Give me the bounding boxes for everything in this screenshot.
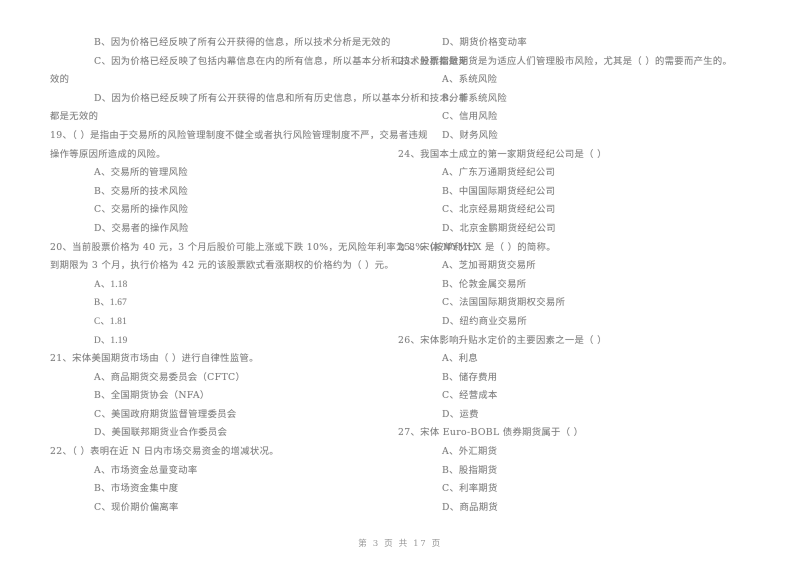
option-line: D、纽约商业交易所 [442,315,527,327]
question-stem: 21、宋体美国期货市场由（ ）进行自律性监管。 [50,353,259,365]
option-wrap-line: 效的 [50,74,70,86]
page-footer: 第 3 页 共 17 页 [358,539,442,549]
right-column: D、期货价格变动率 23、股票指数期货是为适应人们管理股市风险，尤其是（ ）的需… [398,0,800,520]
question-stem: 19、（ ）是指由于交易所的风险管理制度不健全或者执行风险管理制度不严，交易者违… [50,129,428,141]
option-line: D、财务风险 [442,129,499,141]
option-line: B、因为价格已经反映了所有公开获得的信息，所以技术分析是无效的 [94,37,391,48]
option-line: B、全国期货协会（NFA） [94,390,210,402]
option-line: C、因为价格已经反映了包括内幕信息在内的所有信息，所以基本分析和技术分析都是无 [94,55,469,67]
question-stem: 23、股票指数期货是为适应人们管理股市风险，尤其是（ ）的需要而产生的。 [398,55,733,67]
option-line: C、经营成本 [442,390,498,402]
option-line: A、交易所的管理风险 [94,167,188,179]
option-line: A、系统风险 [442,74,498,86]
option-line: A、1.18 [94,279,128,290]
question-stem: 27、宋体 Euro-BOBL 债券期货属于（ ） [398,427,584,439]
option-line: B、市场资金集中度 [94,483,179,495]
question-stem-wrap: 到期限为 3 个月，执行价格为 42 元的该股票欧式看涨期权的价格约为（ ）元。 [50,260,395,272]
scanned-page: B、因为价格已经反映了所有公开获得的信息，所以技术分析是无效的 C、因为价格已经… [0,0,800,565]
option-line: B、1.67 [94,298,127,309]
option-line: D、美国联邦期货业合作委员会 [94,427,228,439]
option-line: C、法国国际期货期权交易所 [442,297,566,309]
question-stem: 20、当前股票价格为 40 元，3 个月后股价可能上涨或下跌 10%，无风险年利… [50,241,483,253]
option-line: C、北京经易期货经纪公司 [442,204,556,216]
option-line: D、运费 [442,408,479,420]
option-line: D、北京金鹏期货经纪公司 [442,222,556,234]
option-line: A、商品期货交易委员会（CFTC） [94,371,246,383]
option-line: A、广东万通期货经纪公司 [442,167,556,179]
two-column-body: B、因为价格已经反映了所有公开获得的信息，所以技术分析是无效的 C、因为价格已经… [0,0,800,520]
question-stem: 24、我国本土成立的第一家期货经纪公司是（ ） [398,148,607,160]
left-column: B、因为价格已经反映了所有公开获得的信息，所以技术分析是无效的 C、因为价格已经… [0,0,483,520]
option-line: B、非系统风险 [442,92,508,104]
option-line: A、利息 [442,353,479,365]
option-line: A、市场资金总量变动率 [94,464,198,476]
option-line: A、外汇期货 [442,446,498,458]
question-stem: 26、宋体影响升贴水定价的主要因素之一是（ ） [398,334,607,346]
option-line: D、因为价格已经反映了所有公开获得的信息和所有历史信息，所以基本分析和技术分析 [94,92,469,104]
option-line: C、交易所的操作风险 [94,204,189,216]
option-line: C、现价期价偏离率 [94,501,179,513]
option-line: B、储存费用 [442,371,498,383]
option-line: A、芝加哥期货交易所 [442,260,536,272]
question-stem: 22、（ ）表明在近 N 日内市场交易资金的增减状况。 [50,446,279,458]
option-line: C、1.81 [94,316,127,327]
option-line: D、1.19 [94,335,128,346]
question-stem: 25、宋体 NYMEX 是（ ）的简称。 [398,241,556,253]
option-line: C、利率期货 [442,483,498,495]
option-line: B、伦敦金属交易所 [442,278,527,290]
option-line: C、美国政府期货监督管理委员会 [94,408,237,420]
option-line: C、信用风险 [442,111,498,123]
option-line: B、中国国际期货经纪公司 [442,185,556,197]
option-line: B、交易所的技术风险 [94,185,189,197]
question-stem-wrap: 操作等原因所造成的风险。 [50,148,166,160]
option-wrap-line: 都是无效的 [50,111,99,123]
option-line: D、交易者的操作风险 [94,222,189,234]
option-line: D、期货价格变动率 [442,37,527,48]
option-line: D、商品期货 [442,501,499,513]
option-line: B、股指期货 [442,464,498,476]
